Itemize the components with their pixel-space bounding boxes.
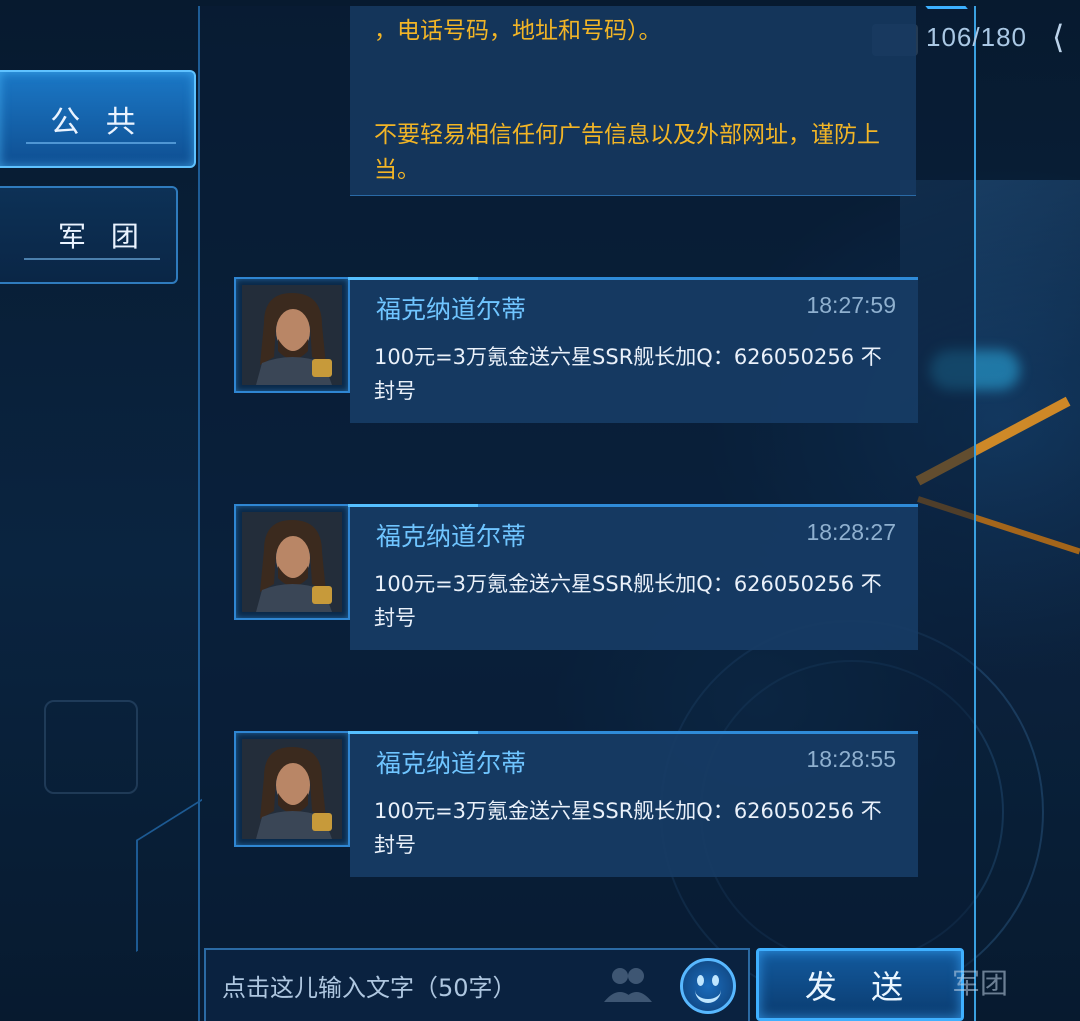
system-notice-line: ，电话号码，地址和号码）。 (374, 18, 662, 44)
avatar-frame[interactable] (234, 731, 350, 847)
system-notice-warning: 不要轻易相信任何广告信息以及外部网址，谨防上当。 (374, 122, 880, 183)
online-counter: 106/180 (926, 22, 1027, 52)
avatar-frame[interactable] (234, 277, 350, 393)
message-text: 100元=3万氪金送六星SSR舰长加Q：626050256 不封号 (374, 572, 882, 630)
chat-message: 福克纳道尔蒂 18:28:27 100元=3万氪金送六星SSR舰长加Q：6260… (234, 504, 918, 650)
avatar-frame[interactable] (234, 504, 350, 620)
sender-name[interactable]: 福克纳道尔蒂 (376, 744, 526, 780)
tab-underline (26, 142, 176, 144)
bottom-legion-label[interactable]: 军团 (952, 962, 1008, 1002)
background-icon (44, 700, 138, 794)
message-time: 18:28:55 (806, 746, 896, 772)
sender-name[interactable]: 福克纳道尔蒂 (376, 517, 526, 553)
chat-message: 福克纳道尔蒂 18:28:55 100元=3万氪金送六星SSR舰长加Q：6260… (234, 731, 918, 877)
tab-underline (24, 258, 160, 260)
system-notice: ，电话号码，地址和号码）。 不要轻易相信任何广告信息以及外部网址，谨防上当。 (350, 6, 916, 196)
message-bubble: 福克纳道尔蒂 18:27:59 100元=3万氪金送六星SSR舰长加Q：6260… (348, 277, 918, 423)
message-text: 100元=3万氪金送六星SSR舰长加Q：626050256 不封号 (374, 799, 882, 857)
avatar (242, 512, 342, 612)
sender-name[interactable]: 福克纳道尔蒂 (376, 290, 526, 326)
back-arrow-icon[interactable]: ⟨ (1052, 18, 1064, 56)
tab-legion[interactable]: 军 团 (0, 186, 178, 284)
message-time: 18:27:59 (806, 292, 896, 318)
send-button[interactable]: 发 送 (756, 948, 964, 1021)
chat-input-placeholder: 点击这儿输入文字（50字） (222, 974, 517, 1002)
message-text: 100元=3万氪金送六星SSR舰长加Q：626050256 不封号 (374, 345, 882, 403)
message-bubble: 福克纳道尔蒂 18:28:55 100元=3万氪金送六星SSR舰长加Q：6260… (348, 731, 918, 877)
tab-legion-label: 军 团 (58, 220, 147, 253)
smiley-face-icon[interactable] (680, 958, 736, 1014)
tab-public[interactable]: 公 共 (0, 70, 196, 168)
message-bubble: 福克纳道尔蒂 18:28:27 100元=3万氪金送六星SSR舰长加Q：6260… (348, 504, 918, 650)
avatar (242, 739, 342, 839)
chat-message: 福克纳道尔蒂 18:27:59 100元=3万氪金送六星SSR舰长加Q：6260… (234, 277, 918, 423)
chat-input[interactable]: 点击这儿输入文字（50字） (204, 948, 750, 1021)
tab-public-label: 公 共 (50, 105, 144, 140)
avatar (242, 285, 342, 385)
friends-icon (604, 968, 652, 1002)
message-time: 18:28:27 (806, 519, 896, 545)
